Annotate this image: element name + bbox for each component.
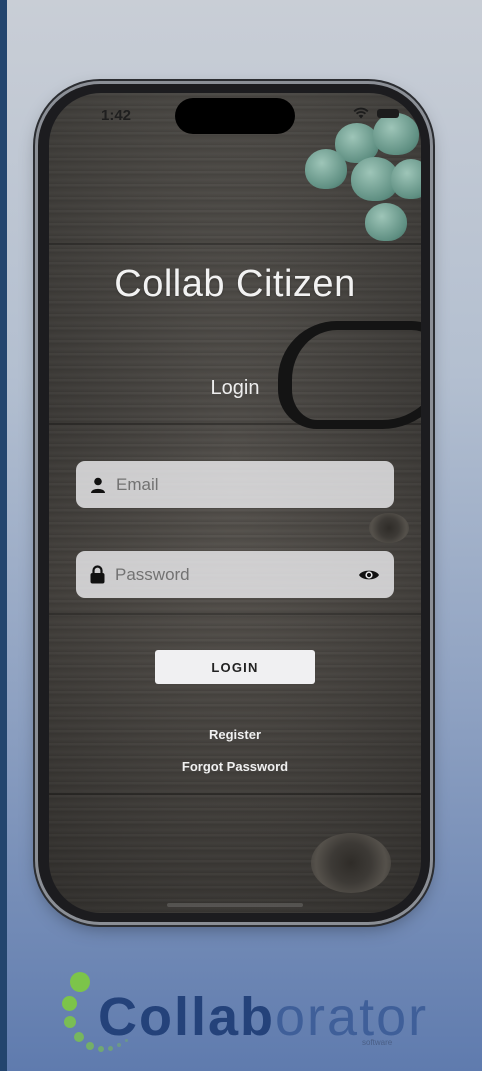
wifi-icon: [353, 107, 369, 119]
eye-icon[interactable]: [358, 568, 380, 582]
status-time: 1:42: [101, 107, 132, 124]
home-indicator: [167, 903, 303, 907]
logo-wordmark-bold: Collab: [98, 987, 276, 1047]
wood-plank-seam: [49, 613, 421, 615]
logo-dot: [70, 972, 90, 992]
wood-knot: [311, 833, 391, 893]
status-icons: [353, 107, 399, 119]
password-field[interactable]: [76, 551, 394, 598]
login-heading: Login: [210, 377, 260, 399]
app-title: Collab Citizen: [114, 263, 356, 305]
wood-plank-seam: [49, 793, 421, 795]
person-icon: [91, 477, 105, 493]
logo-dot: [74, 1032, 84, 1042]
logo-dot: [64, 1016, 76, 1028]
app-screen: 1:42 Collab Citizen Login LOGIN Register…: [49, 93, 421, 913]
logo-dot: [62, 996, 77, 1011]
logo-wordmark-light: orator: [275, 987, 429, 1047]
eyeglasses-decoration: [278, 321, 421, 429]
forgot-password-link[interactable]: Forgot Password: [49, 759, 421, 774]
email-input[interactable]: [114, 473, 380, 496]
page-edge: [0, 0, 7, 1071]
dynamic-island: [175, 98, 295, 134]
logo-subtext: software: [362, 1038, 393, 1047]
login-button[interactable]: LOGIN: [155, 650, 315, 684]
lock-icon: [90, 565, 105, 584]
plant-decoration: [295, 113, 421, 253]
collaborator-logo: Collaborator software: [56, 970, 436, 1060]
password-input[interactable]: [113, 563, 358, 586]
email-field[interactable]: [76, 461, 394, 508]
register-link[interactable]: Register: [49, 727, 421, 742]
logo-dot: [86, 1042, 94, 1050]
battery-icon: [377, 108, 399, 118]
wood-knot: [369, 513, 409, 543]
